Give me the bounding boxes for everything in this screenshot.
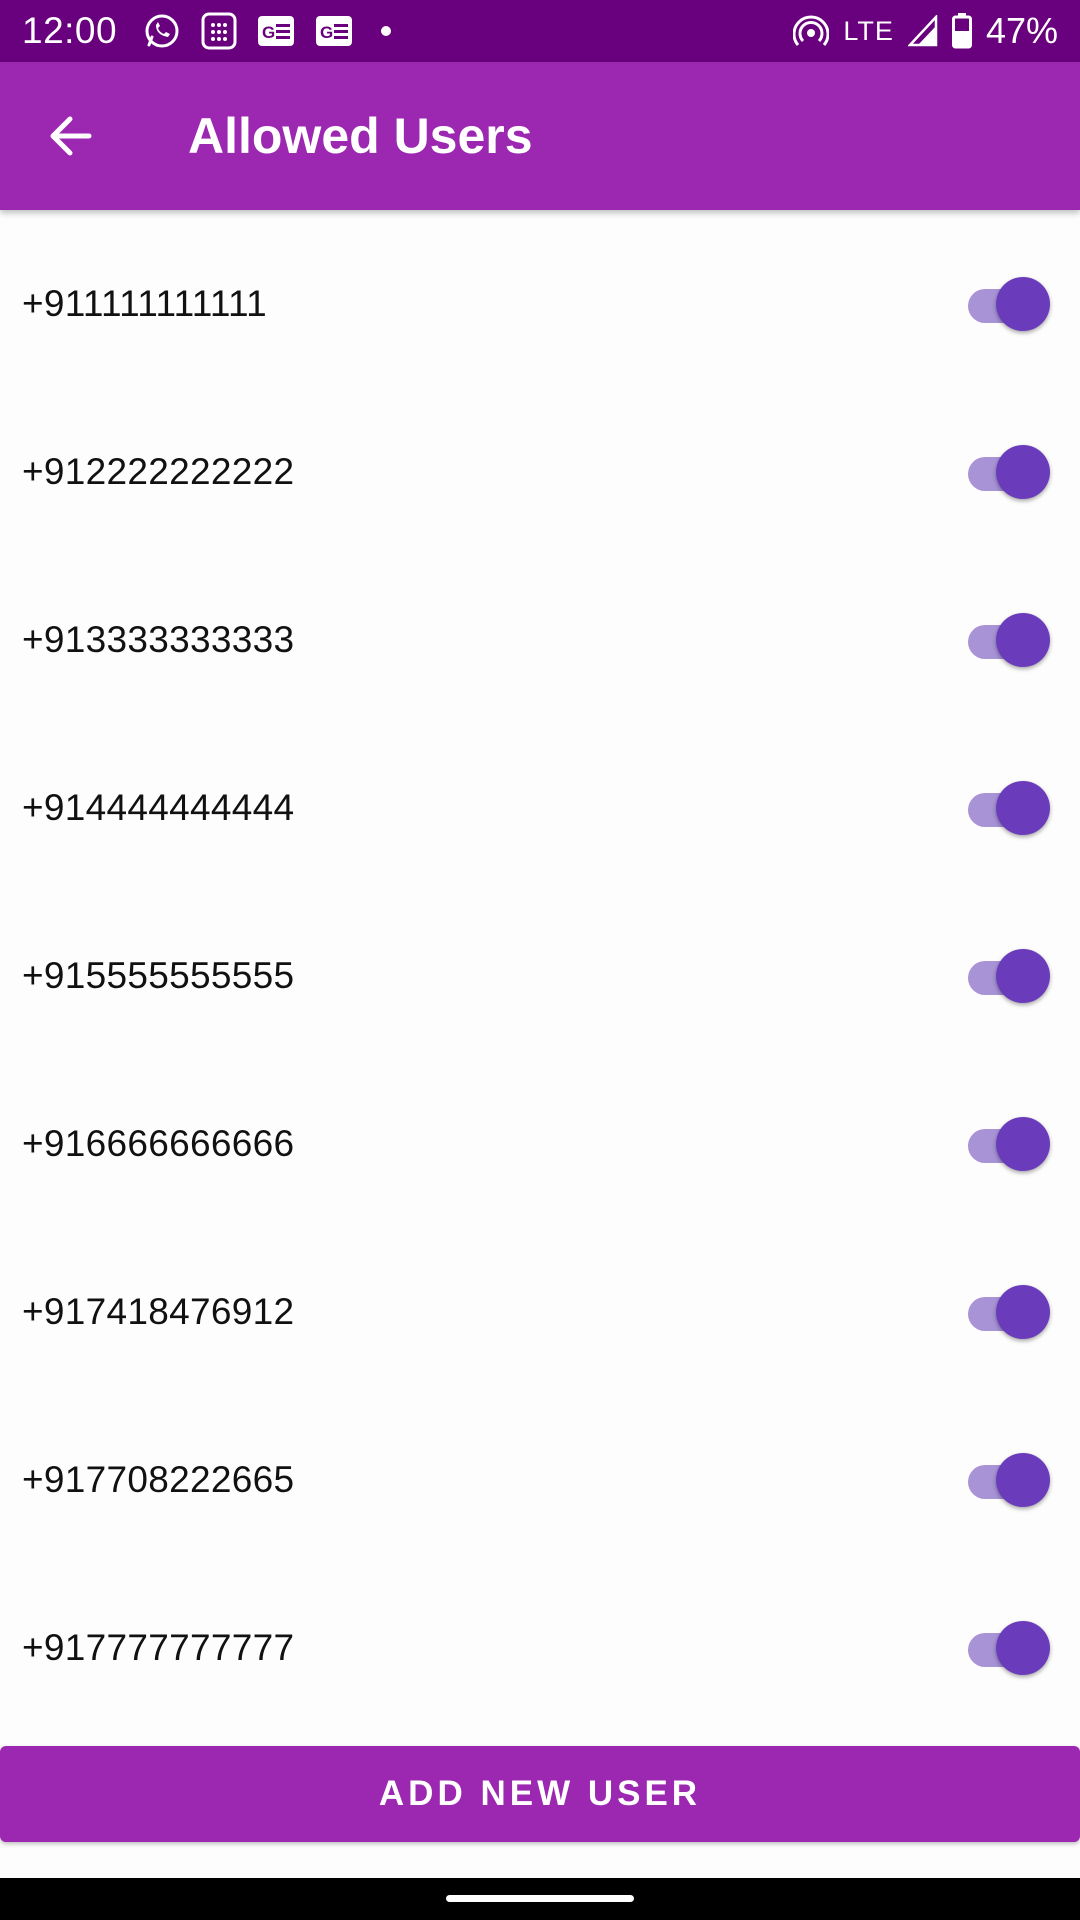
user-enabled-toggle[interactable] <box>964 948 1050 1004</box>
user-list-item: +914444444444 <box>0 724 1080 892</box>
arrow-back-icon <box>50 116 92 156</box>
phone-number: +917777777777 <box>22 1627 295 1668</box>
news-icon: G <box>257 15 295 47</box>
status-time: 12:00 <box>22 10 118 51</box>
user-enabled-toggle[interactable] <box>964 1452 1050 1508</box>
user-enabled-toggle[interactable] <box>964 1620 1050 1676</box>
system-icons: LTE 47% <box>793 10 1058 52</box>
toggle-thumb <box>996 277 1050 331</box>
page-title: Allowed Users <box>188 108 533 164</box>
notification-icons: G G <box>143 12 392 50</box>
app-bar: Allowed Users <box>0 62 1080 210</box>
status-bar: 12:00 G G LTE 47% <box>0 0 1080 62</box>
svg-text:G: G <box>320 23 333 42</box>
user-enabled-toggle[interactable] <box>964 1116 1050 1172</box>
phone-number: +917418476912 <box>22 1291 295 1332</box>
home-gesture-handle[interactable] <box>446 1894 634 1902</box>
navigation-bar <box>0 1878 1080 1920</box>
phone-number: +914444444444 <box>22 787 295 828</box>
screen: 12:00 G G LTE 47% Allowed Users +9111111… <box>0 0 1080 1920</box>
user-list-item: +917708222665 <box>0 1396 1080 1564</box>
phone-number: +913333333333 <box>22 619 295 660</box>
toggle-thumb <box>996 1117 1050 1171</box>
toggle-thumb <box>996 613 1050 667</box>
toggle-thumb <box>996 1621 1050 1675</box>
user-enabled-toggle[interactable] <box>964 276 1050 332</box>
toggle-thumb <box>996 781 1050 835</box>
phone-number: +912222222222 <box>22 451 295 492</box>
user-list-item: +911111111111 <box>0 220 1080 388</box>
whatsapp-icon <box>143 12 181 50</box>
back-button[interactable] <box>0 62 140 210</box>
user-list-item: +916666666666 <box>0 1060 1080 1228</box>
toggle-thumb <box>996 1285 1050 1339</box>
notification-dot-icon <box>381 26 392 36</box>
calculator-icon <box>201 12 237 50</box>
phone-number: +917708222665 <box>22 1459 295 1500</box>
toggle-thumb <box>996 445 1050 499</box>
network-type: LTE <box>843 15 894 46</box>
add-new-user-button[interactable]: ADD NEW USER <box>0 1746 1080 1842</box>
user-list-item: +917418476912 <box>0 1228 1080 1396</box>
user-enabled-toggle[interactable] <box>964 1284 1050 1340</box>
battery-percent: 47% <box>985 10 1058 51</box>
allowed-users-list[interactable]: +911111111111 +912222222222 +913333333333 +… <box>0 210 1080 1740</box>
user-list-item: +917777777777 <box>0 1564 1080 1732</box>
battery-icon <box>951 13 972 49</box>
user-list-item: +912222222222 <box>0 388 1080 556</box>
phone-number: +915555555555 <box>22 955 295 996</box>
svg-text:G: G <box>262 23 275 42</box>
phone-number: +911111111111 <box>22 283 267 324</box>
user-list-item: +913333333333 <box>0 556 1080 724</box>
toggle-thumb <box>996 949 1050 1003</box>
phone-number: +916666666666 <box>22 1123 295 1164</box>
user-list-item: +915555555555 <box>0 892 1080 1060</box>
signal-icon <box>907 15 938 47</box>
hotspot-icon <box>793 13 830 49</box>
toggle-thumb <box>996 1453 1050 1507</box>
user-enabled-toggle[interactable] <box>964 444 1050 500</box>
user-enabled-toggle[interactable] <box>964 612 1050 668</box>
user-enabled-toggle[interactable] <box>964 780 1050 836</box>
news-icon: G <box>315 15 353 47</box>
